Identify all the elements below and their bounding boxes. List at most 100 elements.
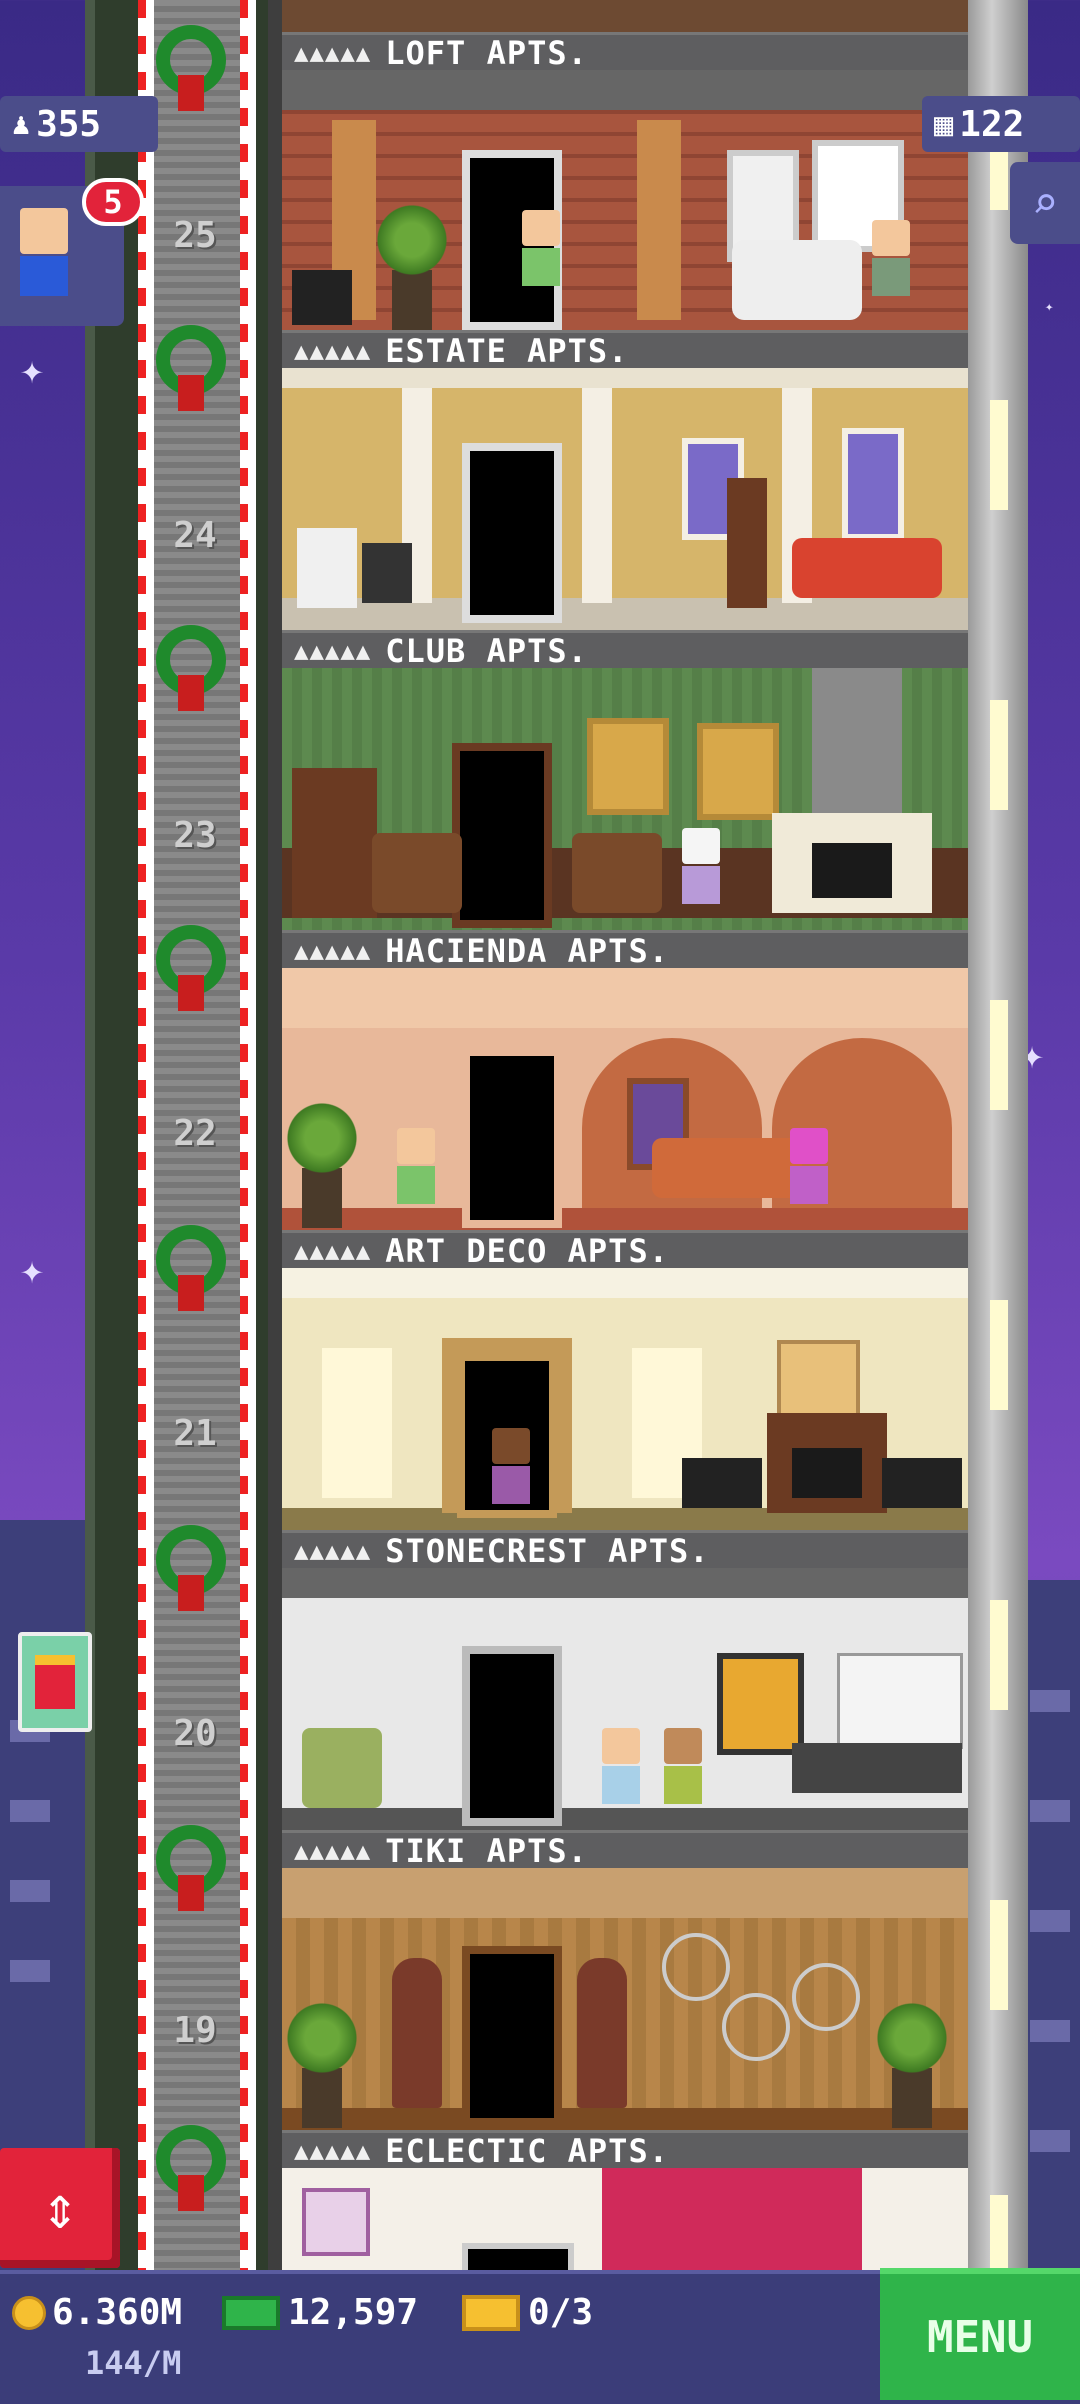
coins-rate: 144/M [85, 2344, 182, 2382]
room-club[interactable] [282, 668, 968, 930]
star-decoration: ✦ [20, 347, 45, 393]
tickets-value: 0/3 [528, 2292, 594, 2333]
floor-label-estate: ▲▲▲▲▲ ESTATE APTS. [282, 330, 968, 370]
room-door[interactable] [462, 1048, 562, 1228]
floor-label-tiki: ▲▲▲▲▲ TIKI APTS. [282, 1830, 968, 1870]
floor-count-value: 122 [959, 103, 1025, 145]
tenant-sprite[interactable] [397, 1128, 435, 1204]
floor-number: 25 [173, 215, 217, 256]
floor-name: ESTATE APTS. [385, 331, 629, 370]
wreath-icon [150, 1515, 232, 1625]
floor-stars: ▲▲▲▲▲ [294, 38, 372, 67]
floor-name: HACIENDA APTS. [385, 931, 669, 970]
population-value: 355 [36, 103, 102, 145]
people-icon: ♟ [12, 106, 31, 142]
bux-display[interactable]: 12,597 [222, 2292, 418, 2333]
floor-name: TIKI APTS. [385, 1831, 588, 1870]
wreath-icon [150, 1815, 232, 1925]
room-door[interactable] [462, 1646, 562, 1826]
room-hacienda[interactable] [282, 968, 968, 1230]
wreath-icon [150, 615, 232, 725]
floor-number: 20 [173, 1713, 217, 1754]
room-artdeco[interactable] [282, 1268, 968, 1530]
wreath-icon [150, 315, 232, 425]
floor-counter[interactable]: ▦ 122 [922, 96, 1080, 152]
city-right [1020, 1580, 1080, 2270]
floor-number: 22 [173, 1113, 217, 1154]
room-partial-top[interactable] [282, 0, 968, 32]
tower-light [990, 1300, 1008, 1410]
elevator-button[interactable]: ⇕ [0, 2148, 120, 2268]
floor-name: ECLECTIC APTS. [385, 2131, 669, 2170]
bux-icon [222, 2295, 280, 2330]
floor-number: 21 [173, 1413, 217, 1454]
floor-label-stonecrest: ▲▲▲▲▲ STONECREST APTS. [282, 1530, 968, 1570]
wreath-icon [150, 2115, 232, 2225]
room-door[interactable] [462, 443, 562, 623]
tickets-display[interactable]: 0/3 [462, 2292, 593, 2333]
floor-number: 23 [173, 815, 217, 856]
floor-name: STONECREST APTS. [385, 1531, 710, 1570]
floor-label-loft: ▲▲▲▲▲ LOFT APTS. [282, 32, 968, 72]
magnifier-icon: ⌕ [1031, 177, 1059, 229]
wreath-icon [150, 15, 232, 125]
floor-label-club: ▲▲▲▲▲ CLUB APTS. [282, 630, 968, 670]
population-counter[interactable]: ♟ 355 [0, 96, 158, 152]
floor-stars: ▲▲▲▲▲ [294, 336, 372, 365]
tenant-sprite[interactable] [664, 1728, 702, 1804]
floor-stars: ▲▲▲▲▲ [294, 636, 372, 665]
plant-icon [282, 1098, 362, 1228]
floor-name: ART DECO APTS. [385, 1231, 669, 1270]
shaft-stripe [138, 0, 146, 2270]
floor-stars: ▲▲▲▲▲ [294, 1236, 372, 1265]
floor-label-eclectic: ▲▲▲▲▲ ECLECTIC APTS. [282, 2130, 968, 2170]
tenant-sprite[interactable] [872, 220, 910, 296]
floor-name: CLUB APTS. [385, 631, 588, 670]
wreath-icon [150, 915, 232, 1025]
room-estate[interactable] [282, 368, 968, 630]
floor-stars: ▲▲▲▲▲ [294, 2136, 372, 2165]
tenant-sprite[interactable] [522, 210, 560, 286]
building-icon: ▦ [934, 105, 954, 143]
tower-light [990, 700, 1008, 810]
fries-icon[interactable] [18, 1632, 92, 1732]
tower-light [990, 400, 1008, 510]
visitor-avatar [20, 208, 68, 298]
floor-label-artdeco: ▲▲▲▲▲ ART DECO APTS. [282, 1230, 968, 1270]
floor-label-hacienda: ▲▲▲▲▲ HACIENDA APTS. [282, 930, 968, 970]
room-door[interactable] [462, 1946, 562, 2126]
notification-badge: 5 [82, 178, 144, 226]
zoom-button[interactable]: ⌕ [1010, 162, 1080, 244]
tenant-sprite[interactable] [682, 828, 720, 904]
up-down-arrows-icon: ⇕ [41, 2173, 79, 2243]
tower-light [990, 1900, 1008, 2010]
tower-light [990, 1600, 1008, 1710]
coins-display[interactable]: 6.360M [12, 2292, 182, 2333]
floor-stars: ▲▲▲▲▲ [294, 936, 372, 965]
tower-light [990, 1000, 1008, 1110]
tenant-sprite[interactable] [790, 1128, 828, 1204]
room-loft[interactable] [282, 70, 968, 330]
plant-icon [872, 1998, 952, 2128]
floor-stars: ▲▲▲▲▲ [294, 1836, 372, 1865]
floor-number: 19 [173, 2010, 217, 2051]
floor-name: LOFT APTS. [385, 33, 588, 72]
star-decoration: ✦ [1045, 299, 1054, 315]
room-stonecrest[interactable] [282, 1568, 968, 1830]
tenant-sprite[interactable] [492, 1428, 530, 1504]
shaft-stripe [240, 0, 248, 2270]
bux-value: 12,597 [288, 2292, 419, 2333]
tenant-sprite[interactable] [602, 1728, 640, 1804]
floor-stars: ▲▲▲▲▲ [294, 1536, 372, 1565]
coins-value: 6.360M [52, 2292, 183, 2333]
room-door[interactable] [452, 743, 552, 928]
room-tiki[interactable] [282, 1868, 968, 2130]
plant-icon [282, 1998, 362, 2128]
plant-icon [372, 200, 452, 330]
menu-button[interactable]: MENU [880, 2268, 1080, 2400]
wreath-icon [150, 1215, 232, 1325]
star-decoration: ✦ [20, 1247, 45, 1293]
room-eclectic[interactable] [282, 2168, 968, 2270]
coin-icon [12, 2295, 46, 2330]
ticket-icon [462, 2294, 520, 2331]
